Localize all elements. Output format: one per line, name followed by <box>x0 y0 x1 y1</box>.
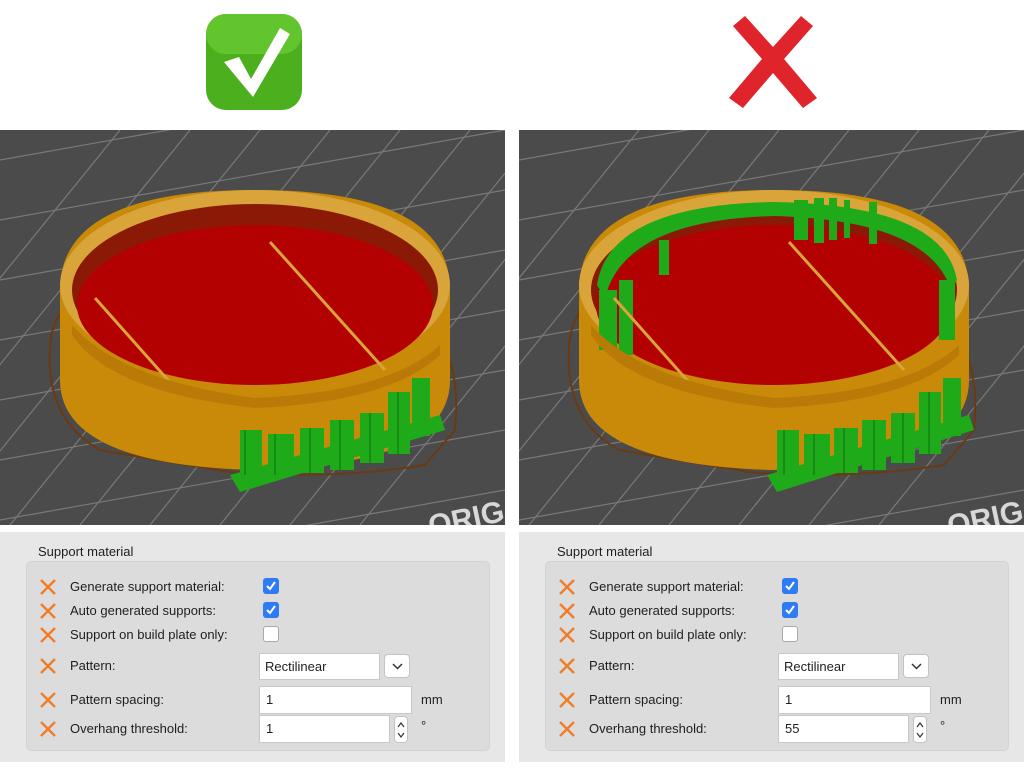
reset-x-icon[interactable] <box>39 578 57 596</box>
check-mark-icon <box>204 12 304 112</box>
generate-support-row: Generate support material: <box>546 575 1008 599</box>
generate-support-row: Generate support material: <box>27 575 489 599</box>
overhang-threshold-unit: ° <box>940 718 946 733</box>
section-title: Support material <box>38 544 134 559</box>
reset-x-icon[interactable] <box>558 602 576 620</box>
build-plate-only-row: Support on build plate only: <box>546 623 1008 647</box>
overhang-threshold-label: Overhang threshold: <box>589 721 707 736</box>
pattern-spacing-unit: mm <box>421 692 443 707</box>
chevron-down-icon[interactable] <box>903 654 929 678</box>
pattern-spacing-label: Pattern spacing: <box>589 692 683 707</box>
spinner-arrows-icon[interactable] <box>394 716 408 743</box>
cross-mark-icon <box>723 12 823 112</box>
pattern-select[interactable]: Rectilinear <box>259 653 380 680</box>
3d-preview-viewport[interactable]: ORIG <box>519 130 1024 525</box>
auto-supports-row: Auto generated supports: <box>27 599 489 623</box>
overhang-threshold-input[interactable]: 55 <box>778 715 909 743</box>
pattern-spacing-row: Pattern spacing: 1 mm <box>27 686 489 714</box>
support-material-settings: Support material Generate support materi… <box>519 532 1024 762</box>
pattern-spacing-label: Pattern spacing: <box>70 692 164 707</box>
pattern-spacing-input[interactable]: 1 <box>259 686 412 714</box>
overhang-threshold-row: Overhang threshold: 55 ° <box>546 715 1008 743</box>
pattern-spacing-row: Pattern spacing: 1 mm <box>546 686 1008 714</box>
build-plate-only-label: Support on build plate only: <box>589 627 747 642</box>
pattern-row: Pattern: Rectilinear <box>27 653 489 680</box>
reset-x-icon[interactable] <box>39 657 57 675</box>
right-comparison-panel: ORIG Support material Generate support m… <box>519 0 1024 768</box>
build-plate-only-row: Support on build plate only: <box>27 623 489 647</box>
reset-x-icon[interactable] <box>558 626 576 644</box>
section-title: Support material <box>557 544 653 559</box>
auto-supports-label: Auto generated supports: <box>70 603 216 618</box>
pattern-select[interactable]: Rectilinear <box>778 653 899 680</box>
overhang-threshold-label: Overhang threshold: <box>70 721 188 736</box>
reset-x-icon[interactable] <box>558 578 576 596</box>
overhang-threshold-input[interactable]: 1 <box>259 715 390 743</box>
overhang-threshold-row: Overhang threshold: 1 ° <box>27 715 489 743</box>
reset-x-icon[interactable] <box>558 691 576 709</box>
pattern-label: Pattern: <box>70 658 116 673</box>
settings-group: Generate support material: Auto generate… <box>545 561 1009 751</box>
reset-x-icon[interactable] <box>39 602 57 620</box>
auto-supports-label: Auto generated supports: <box>589 603 735 618</box>
left-comparison-panel: ORIG Support material Generate support m… <box>0 0 505 768</box>
overhang-threshold-unit: ° <box>421 718 427 733</box>
settings-group: Generate support material: Auto generate… <box>26 561 490 751</box>
generate-support-label: Generate support material: <box>70 579 225 594</box>
pattern-spacing-unit: mm <box>940 692 962 707</box>
build-plate-only-checkbox[interactable] <box>263 626 279 642</box>
generate-support-label: Generate support material: <box>589 579 744 594</box>
pattern-row: Pattern: Rectilinear <box>546 653 1008 680</box>
reset-x-icon[interactable] <box>558 657 576 675</box>
pattern-label: Pattern: <box>589 658 635 673</box>
generate-support-checkbox[interactable] <box>782 578 798 594</box>
reset-x-icon[interactable] <box>39 720 57 738</box>
build-plate-only-label: Support on build plate only: <box>70 627 228 642</box>
auto-supports-row: Auto generated supports: <box>546 599 1008 623</box>
chevron-down-icon[interactable] <box>384 654 410 678</box>
reset-x-icon[interactable] <box>39 626 57 644</box>
3d-preview-viewport[interactable]: ORIG <box>0 130 505 525</box>
pattern-spacing-input[interactable]: 1 <box>778 686 931 714</box>
support-material-settings: Support material Generate support materi… <box>0 532 505 762</box>
reset-x-icon[interactable] <box>39 691 57 709</box>
reset-x-icon[interactable] <box>558 720 576 738</box>
auto-supports-checkbox[interactable] <box>263 602 279 618</box>
spinner-arrows-icon[interactable] <box>913 716 927 743</box>
generate-support-checkbox[interactable] <box>263 578 279 594</box>
auto-supports-checkbox[interactable] <box>782 602 798 618</box>
build-plate-only-checkbox[interactable] <box>782 626 798 642</box>
